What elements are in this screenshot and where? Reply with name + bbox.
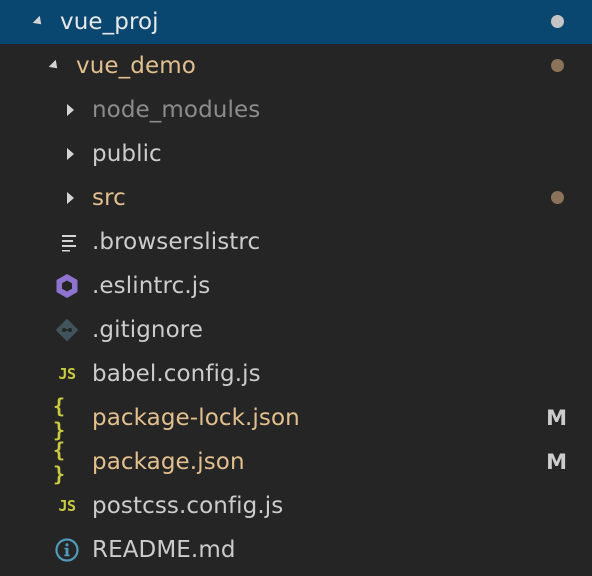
tree-item-package-lock[interactable]: { } package-lock.json M: [0, 394, 592, 442]
tree-item-eslintrc[interactable]: .eslintrc.js: [0, 264, 592, 308]
tree-item-vue-demo[interactable]: vue_demo: [0, 44, 592, 88]
tree-item-label: README.md: [92, 537, 236, 563]
tree-item-label: .browserslistrc: [92, 229, 261, 255]
tree-item-vue-proj[interactable]: vue_proj: [0, 0, 592, 44]
tree-item-label: .gitignore: [92, 317, 204, 343]
info-icon: [53, 536, 81, 564]
tree-item-label: .eslintrc.js: [92, 273, 211, 299]
tree-item-label: node_modules: [92, 97, 261, 123]
tree-item-label: public: [92, 141, 162, 167]
tree-item-babel-config[interactable]: JS babel.config.js: [0, 352, 592, 396]
chevron-right-icon[interactable]: [62, 190, 78, 206]
json-icon: { }: [53, 438, 67, 486]
chevron-down-icon[interactable]: [30, 14, 46, 30]
tree-item-label: vue_proj: [60, 9, 159, 35]
chevron-right-icon[interactable]: [62, 146, 78, 162]
git-icon: [53, 316, 81, 344]
eslint-icon: [53, 272, 81, 300]
modified-dot-icon: [551, 59, 564, 72]
tree-item-src[interactable]: src: [0, 176, 592, 220]
git-modified-badge: M: [546, 450, 567, 474]
tree-item-browserslistrc[interactable]: .browserslistrc: [0, 220, 592, 264]
modified-dot-icon: [551, 191, 564, 204]
tree-item-label: postcss.config.js: [92, 493, 284, 519]
tree-item-gitignore[interactable]: .gitignore: [0, 308, 592, 352]
json-icon: { }: [53, 394, 67, 442]
chevron-down-icon[interactable]: [46, 58, 62, 74]
tree-item-public[interactable]: public: [0, 132, 592, 176]
modified-dot-icon: [551, 15, 564, 28]
tree-item-package-json[interactable]: { } package.json M: [0, 438, 592, 486]
text-lines-icon: [56, 228, 84, 256]
tree-item-postcss-config[interactable]: JS postcss.config.js: [0, 484, 592, 528]
tree-item-node-modules[interactable]: node_modules: [0, 88, 592, 132]
file-explorer-tree: vue_proj vue_demo node_modules public sr…: [0, 0, 592, 576]
git-modified-badge: M: [546, 406, 567, 430]
tree-item-readme[interactable]: README.md: [0, 528, 592, 572]
js-icon: JS: [58, 365, 76, 383]
tree-item-label: vue_demo: [76, 53, 196, 79]
tree-item-label: package-lock.json: [92, 405, 300, 431]
tree-item-label: package.json: [92, 449, 245, 475]
chevron-right-icon[interactable]: [62, 102, 78, 118]
tree-item-label: babel.config.js: [92, 361, 261, 387]
tree-item-label: src: [92, 185, 126, 211]
js-icon: JS: [58, 497, 76, 515]
